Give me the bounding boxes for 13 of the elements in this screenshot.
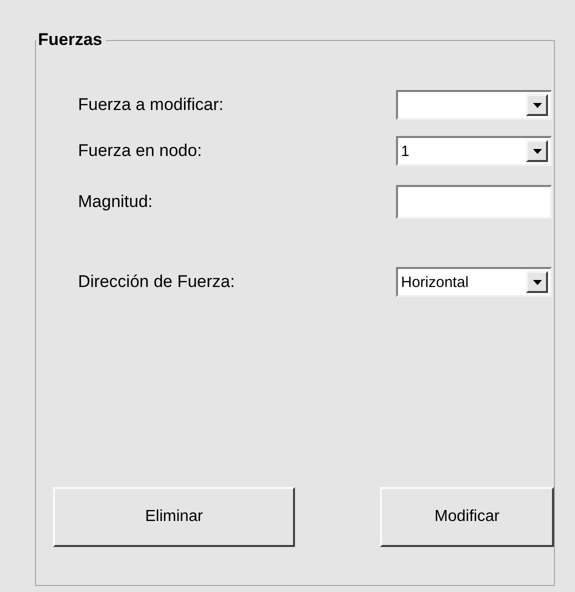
dropdown-value: 1 xyxy=(401,142,410,160)
field-label: Dirección de Fuerza: xyxy=(78,272,235,292)
field-label: Fuerza a modificar: xyxy=(78,95,224,115)
delete-button[interactable]: Eliminar xyxy=(53,487,295,547)
modify-button[interactable]: Modificar xyxy=(380,487,554,547)
group-title: Fuerzas xyxy=(37,30,104,50)
dropdown[interactable]: 1 xyxy=(396,136,552,166)
dropdown[interactable]: Horizontal xyxy=(396,267,552,297)
dropdown[interactable] xyxy=(396,90,552,120)
field-label: Fuerza en nodo: xyxy=(78,141,202,161)
field-label: Magnitud: xyxy=(78,192,153,212)
dropdown-value: Horizontal xyxy=(401,274,469,290)
input-field[interactable] xyxy=(396,185,552,219)
